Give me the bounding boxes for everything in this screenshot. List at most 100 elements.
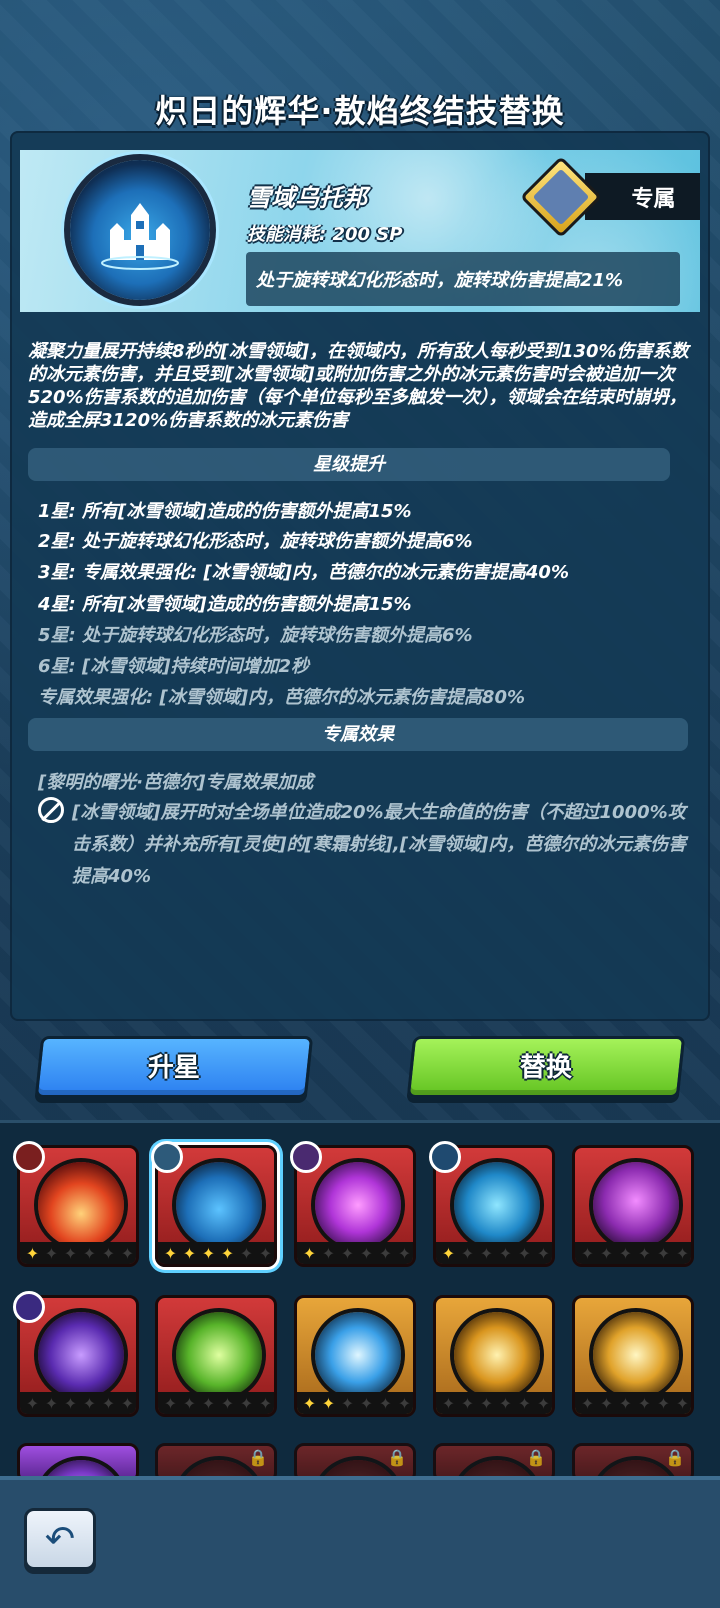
star-icon: ✦ bbox=[378, 1243, 393, 1263]
hero-emblem-icon bbox=[13, 1141, 45, 1173]
star-icon: ✦ bbox=[321, 1243, 336, 1263]
star-icon: ✦ bbox=[220, 1243, 235, 1263]
skill-name: 雪域乌托邦 bbox=[247, 184, 367, 212]
star-icon: ✦ bbox=[63, 1243, 78, 1263]
thunder-bolt-icon bbox=[593, 1312, 679, 1398]
star-icon: ✦ bbox=[599, 1393, 614, 1413]
wind-swirl-icon bbox=[176, 1312, 262, 1398]
star-icon: ✦ bbox=[479, 1393, 494, 1413]
bottom-bar bbox=[0, 1476, 720, 1608]
star-icon: ✦ bbox=[675, 1393, 690, 1413]
star-icon: ✦ bbox=[656, 1243, 671, 1263]
star-icon: ✦ bbox=[82, 1243, 97, 1263]
star-icon: ✦ bbox=[359, 1393, 374, 1413]
star-icon: ✦ bbox=[460, 1243, 475, 1263]
star-rating: ✦ ✦ ✦ ✦ ✦ ✦ bbox=[436, 1392, 552, 1414]
void-orb-icon bbox=[315, 1162, 401, 1248]
skill-card-9[interactable]: ✦ ✦ ✦ ✦ ✦ ✦ bbox=[433, 1295, 555, 1417]
star-icon: ✦ bbox=[63, 1393, 78, 1413]
star-icon: ✦ bbox=[536, 1243, 551, 1263]
yin-yang-icon bbox=[454, 1162, 540, 1248]
back-button[interactable]: ↶ bbox=[24, 1508, 96, 1570]
star-icon: ✦ bbox=[220, 1393, 235, 1413]
star-rating: ✦ ✦ ✦ ✦ ✦ ✦ bbox=[575, 1242, 691, 1264]
lightning-strike-icon bbox=[454, 1312, 540, 1398]
exclusive-label: 专属 bbox=[631, 186, 676, 212]
star-upgrade-4: 4星: 所有[冰雪领域]造成的伤害额外提高15% bbox=[38, 594, 412, 615]
skill-card-10[interactable]: ✦ ✦ ✦ ✦ ✦ ✦ bbox=[572, 1295, 694, 1417]
star-icon: ✦ bbox=[120, 1393, 135, 1413]
star-icon: ✦ bbox=[101, 1243, 116, 1263]
star-rating: ✦ ✦ ✦ ✦ ✦ ✦ bbox=[297, 1242, 413, 1264]
star-icon: ✦ bbox=[637, 1243, 652, 1263]
star-icon: ✦ bbox=[599, 1243, 614, 1263]
skill-card-7[interactable]: ✦ ✦ ✦ ✦ ✦ ✦ bbox=[155, 1295, 277, 1417]
star-icon: ✦ bbox=[82, 1393, 97, 1413]
skill-description: 凝聚力量展开持续8秒的[冰雪领域]，在领域内，所有敌人每秒受到130%伤害系数的… bbox=[28, 341, 689, 431]
star-icon: ✦ bbox=[201, 1243, 216, 1263]
ice-castle-icon bbox=[176, 1162, 262, 1248]
hero-emblem-icon bbox=[13, 1291, 45, 1323]
ice-castle-icon bbox=[70, 160, 210, 300]
star-section-title: 星级提升 bbox=[313, 454, 385, 475]
star-rating: ✦ ✦ ✦ ✦ ✦ ✦ bbox=[20, 1242, 136, 1264]
star-rating: ✦ ✦ ✦ ✦ ✦ ✦ bbox=[297, 1392, 413, 1414]
exclusive-tag: 专属 bbox=[585, 173, 700, 220]
star-icon: ✦ bbox=[460, 1393, 475, 1413]
star-icon: ✦ bbox=[580, 1243, 595, 1263]
star-icon: ✦ bbox=[378, 1393, 393, 1413]
lock-icon: 🔒 bbox=[665, 1448, 685, 1467]
prohibited-icon bbox=[38, 797, 64, 823]
star-icon: ✦ bbox=[397, 1393, 412, 1413]
star-icon: ✦ bbox=[239, 1393, 254, 1413]
star-icon: ✦ bbox=[441, 1393, 456, 1413]
star-upgrade-1: 1星: 所有[冰雪领域]造成的伤害额外提高15% bbox=[38, 501, 412, 522]
star-rating: ✦ ✦ ✦ ✦ ✦ ✦ bbox=[20, 1392, 136, 1414]
hero-portrait-icon bbox=[532, 168, 590, 226]
star-icon: ✦ bbox=[580, 1393, 595, 1413]
star-icon: ✦ bbox=[618, 1393, 633, 1413]
passive-effect: 处于旋转球幻化形态时，旋转球伤害提高21% bbox=[246, 252, 680, 306]
star-icon: ✦ bbox=[163, 1243, 178, 1263]
replace-button[interactable]: 替换 bbox=[406, 1036, 686, 1098]
star-rating: ✦ ✦ ✦ ✦ ✦ ✦ bbox=[158, 1242, 274, 1264]
star-icon: ✦ bbox=[656, 1393, 671, 1413]
cauldron-icon bbox=[593, 1162, 679, 1248]
exclusive-section-header: 专属效果 bbox=[28, 718, 688, 751]
lock-icon: 🔒 bbox=[248, 1448, 268, 1467]
hero-emblem-icon bbox=[151, 1141, 183, 1173]
star-rating: ✦ ✦ ✦ ✦ ✦ ✦ bbox=[158, 1392, 274, 1414]
star-icon: ✦ bbox=[44, 1393, 59, 1413]
star-icon: ✦ bbox=[498, 1243, 513, 1263]
star-icon: ✦ bbox=[302, 1393, 317, 1413]
star-icon: ✦ bbox=[675, 1243, 690, 1263]
skill-card-5[interactable]: ✦ ✦ ✦ ✦ ✦ ✦ bbox=[572, 1145, 694, 1267]
lock-icon: 🔒 bbox=[526, 1448, 546, 1467]
ice-shard-icon bbox=[315, 1312, 401, 1398]
star-icon: ✦ bbox=[44, 1243, 59, 1263]
star-icon: ✦ bbox=[359, 1243, 374, 1263]
star-up-button[interactable]: 升星 bbox=[34, 1036, 314, 1098]
star-up-label: 升星 bbox=[147, 1053, 200, 1083]
star-section-header: 星级提升 bbox=[28, 448, 670, 481]
exclusive-effect-text: [冰雪领域]展开时对全场单位造成20%最大生命值的伤害（不超过1000%攻击系数… bbox=[72, 802, 687, 887]
star-icon: ✦ bbox=[25, 1393, 40, 1413]
lock-icon: 🔒 bbox=[387, 1448, 407, 1467]
star-icon: ✦ bbox=[441, 1243, 456, 1263]
exclusive-effect-title: [黎明的曙光·芭德尔]专属效果加成 bbox=[38, 772, 314, 793]
star-icon: ✦ bbox=[258, 1243, 273, 1263]
star-icon: ✦ bbox=[182, 1393, 197, 1413]
star-icon: ✦ bbox=[536, 1393, 551, 1413]
back-arrow-icon: ↶ bbox=[44, 1518, 76, 1560]
star-icon: ✦ bbox=[25, 1243, 40, 1263]
star-icon: ✦ bbox=[397, 1243, 412, 1263]
star-icon: ✦ bbox=[321, 1393, 336, 1413]
passive-text: 处于旋转球幻化形态时，旋转球伤害提高21% bbox=[256, 270, 624, 291]
star-upgrade-3: 3星: 专属效果强化: [冰雪领域]内，芭德尔的冰元素伤害提高40% bbox=[38, 562, 569, 583]
star-icon: ✦ bbox=[258, 1393, 273, 1413]
star-icon: ✦ bbox=[618, 1243, 633, 1263]
star-icon: ✦ bbox=[120, 1243, 135, 1263]
skill-card-8[interactable]: ✦ ✦ ✦ ✦ ✦ ✦ bbox=[294, 1295, 416, 1417]
star-icon: ✦ bbox=[517, 1393, 532, 1413]
star-icon: ✦ bbox=[498, 1393, 513, 1413]
